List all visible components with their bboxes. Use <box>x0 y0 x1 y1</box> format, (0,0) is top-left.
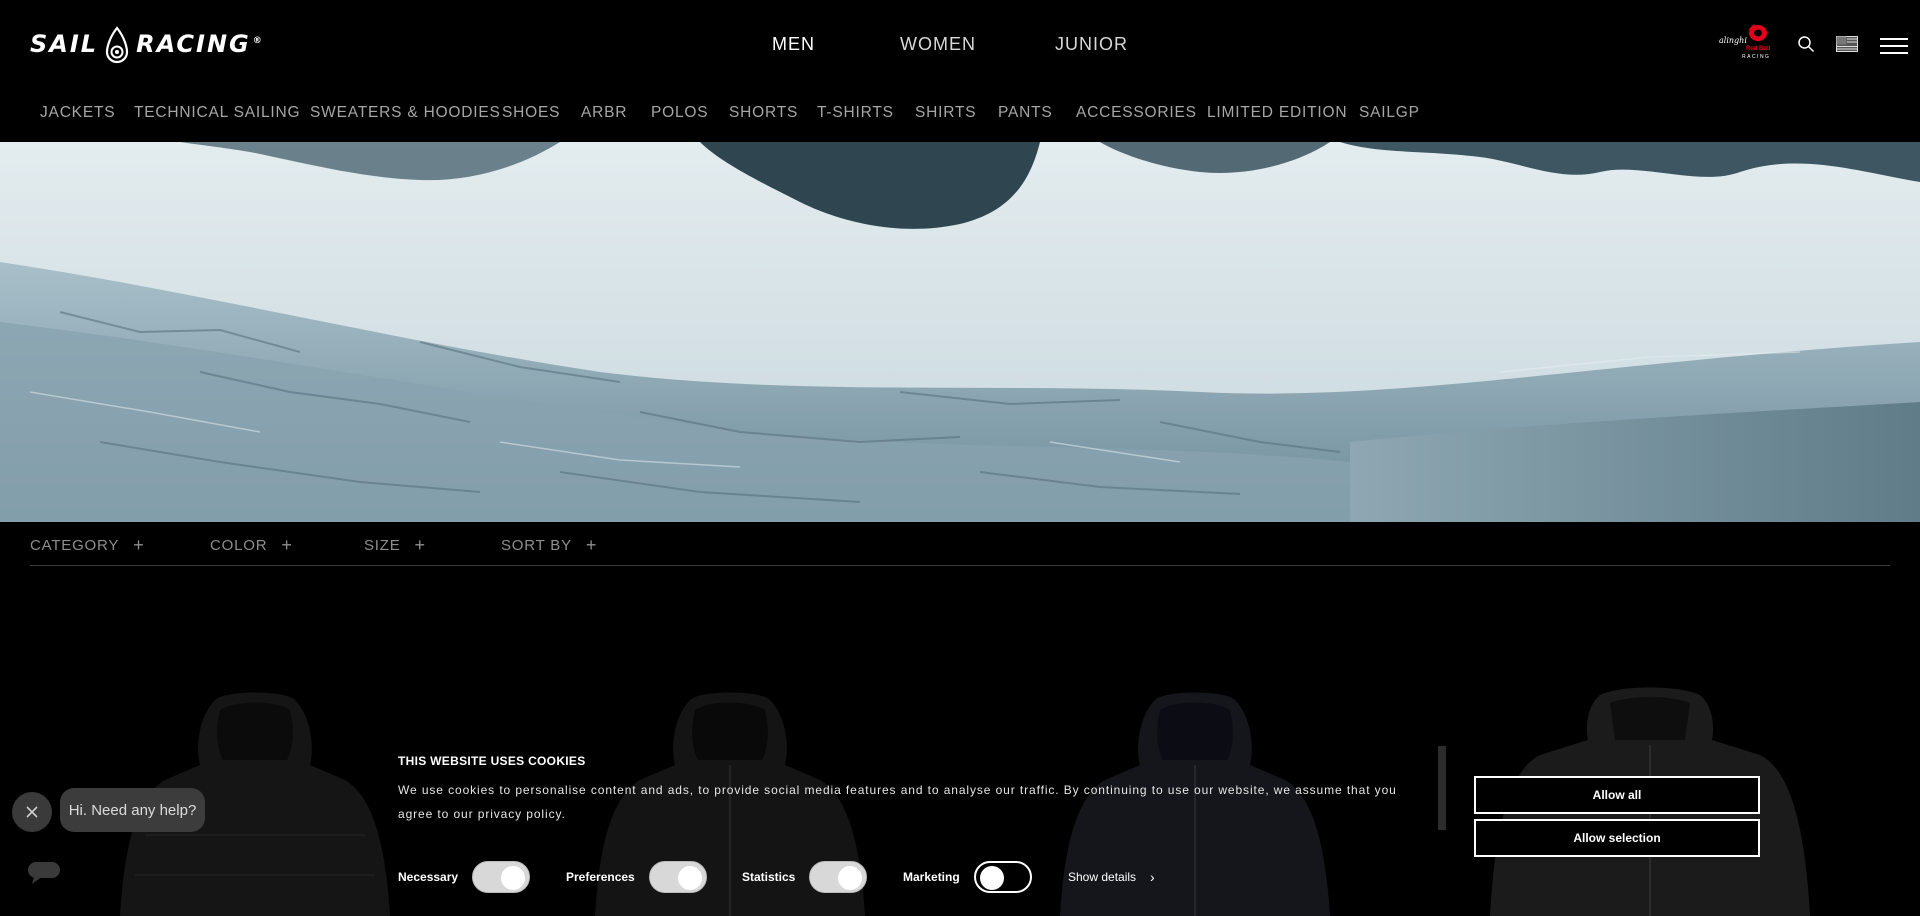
menu-button[interactable] <box>1880 36 1908 56</box>
close-icon <box>26 806 38 818</box>
filter-sort-by[interactable]: SORT BY + <box>501 536 597 554</box>
consent-marketing: Marketing <box>903 860 1032 894</box>
filter-color-label: COLOR <box>210 536 268 554</box>
cat-sailgp[interactable]: SAILGP <box>1359 104 1420 122</box>
show-details-link[interactable]: Show details › <box>1068 860 1155 894</box>
cat-jackets[interactable]: JACKETS <box>40 104 115 122</box>
cat-technical-sailing[interactable]: TECHNICAL SAILING <box>134 104 300 122</box>
allow-selection-button[interactable]: Allow selection <box>1474 819 1760 857</box>
nav-men[interactable]: MEN <box>772 34 815 55</box>
consent-necessary: Necessary <box>398 860 531 894</box>
cookie-banner: THIS WEBSITE USES COOKIES We use cookies… <box>398 746 1770 916</box>
region-selector[interactable] <box>1836 36 1858 52</box>
search-icon <box>1798 36 1815 53</box>
svg-text:RACING: RACING <box>1742 54 1770 60</box>
cat-pants[interactable]: PANTS <box>998 104 1053 122</box>
consent-preferences-label: Preferences <box>566 870 635 884</box>
gender-nav: MEN WOMEN JUNIOR <box>0 34 1920 58</box>
show-details-label: Show details <box>1068 870 1137 884</box>
allow-all-button[interactable]: Allow all <box>1474 776 1760 814</box>
filter-color[interactable]: COLOR + <box>210 536 293 554</box>
plus-icon: + <box>585 535 598 555</box>
cat-arbr[interactable]: ARBR <box>581 104 627 122</box>
menu-icon <box>1880 38 1908 54</box>
cookie-title: THIS WEBSITE USES COOKIES <box>398 754 586 768</box>
plus-icon: + <box>133 535 145 555</box>
cat-accessories[interactable]: ACCESSORIES <box>1076 104 1197 122</box>
cookie-scrollbar[interactable] <box>1438 746 1446 830</box>
svg-text:alinghi: alinghi <box>1719 36 1747 45</box>
plus-icon: + <box>281 535 293 555</box>
filter-sort-by-label: SORT BY <box>501 536 572 554</box>
filter-category-label: CATEGORY <box>30 536 120 554</box>
consent-statistics-label: Statistics <box>742 870 796 884</box>
consent-statistics: Statistics <box>742 860 868 894</box>
cat-shorts[interactable]: SHORTS <box>729 104 798 122</box>
consent-preferences: Preferences <box>566 860 707 894</box>
filter-bar: CATEGORY + COLOR + SIZE + SORT BY + <box>30 522 1890 566</box>
filter-size-label: SIZE <box>364 536 401 554</box>
chevron-right-icon: › <box>1150 869 1155 885</box>
flag-icon <box>1836 36 1858 52</box>
cat-t-shirts[interactable]: T-SHIRTS <box>817 104 894 122</box>
cat-limited-edition[interactable]: LIMITED EDITION <box>1207 104 1347 122</box>
filter-category[interactable]: CATEGORY + <box>30 536 145 554</box>
cat-sweaters-hoodies[interactable]: SWEATERS & HOODIES <box>310 104 501 122</box>
consent-marketing-label: Marketing <box>903 870 960 884</box>
plus-icon: + <box>414 535 426 555</box>
hero-image <box>0 142 1920 522</box>
chat-greeting-bubble[interactable]: Hi. Need any help? <box>60 788 205 832</box>
category-nav: JACKETS TECHNICAL SAILING SWEATERS & HOO… <box>0 92 1920 142</box>
alinghi-red-bull-racing-logo[interactable]: alinghi Red Bull RACING <box>1718 22 1780 60</box>
cookie-description: We use cookies to personalise content an… <box>398 783 1397 821</box>
cat-polos[interactable]: POLOS <box>651 104 708 122</box>
statistics-toggle[interactable] <box>809 861 868 893</box>
filter-size[interactable]: SIZE + <box>364 536 426 554</box>
marketing-toggle[interactable] <box>973 861 1032 893</box>
svg-text:Red Bull: Red Bull <box>1746 46 1771 52</box>
chat-close-button[interactable] <box>12 792 52 832</box>
cat-shoes[interactable]: SHOES <box>502 104 560 122</box>
search-button[interactable] <box>1796 33 1816 55</box>
consent-necessary-label: Necessary <box>398 870 459 884</box>
preferences-toggle[interactable] <box>648 861 707 893</box>
cat-shirts[interactable]: SHIRTS <box>915 104 976 122</box>
chat-launcher-icon[interactable] <box>20 856 68 890</box>
nav-junior[interactable]: JUNIOR <box>1055 34 1128 55</box>
consent-toggles: Necessary Preferences Statistics Marketi… <box>398 860 1448 894</box>
necessary-toggle[interactable] <box>472 861 531 893</box>
nav-women[interactable]: WOMEN <box>900 34 976 55</box>
